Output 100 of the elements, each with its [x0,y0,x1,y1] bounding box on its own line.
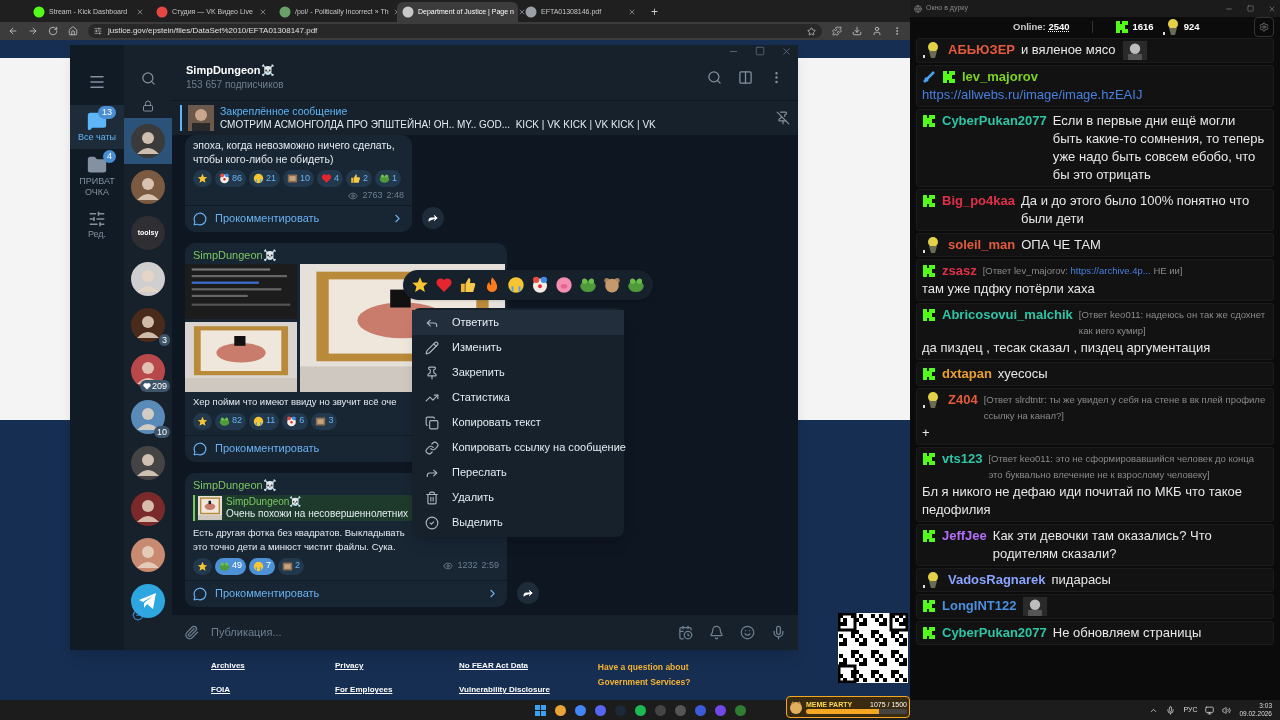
share-button[interactable] [517,581,539,604]
message-composer[interactable]: Публикация... [172,615,798,650]
archive-lock-icon[interactable] [142,100,154,112]
link[interactable]: https://archive.4p... [1070,265,1151,276]
post-text: чтобы кого-либо не обидеть) [193,152,334,166]
search-icon[interactable] [140,71,156,86]
menu-item[interactable]: Изменить [412,335,624,360]
menu-item[interactable]: Закрепить [412,360,624,385]
reaction-chip[interactable]: 6 [282,412,309,430]
windows-logo-icon[interactable] [535,704,546,716]
settings-button[interactable] [1254,17,1274,37]
monitor-icon[interactable] [1205,705,1215,715]
download-icon[interactable] [852,26,862,36]
footer-link[interactable]: For Employees [335,684,411,696]
chat-list-item[interactable]: 3 [124,302,172,348]
app-icon[interactable] [575,704,586,716]
reload-icon[interactable] [48,26,58,36]
link[interactable]: https://allwebs.ru/image/image.hzEAIJ [922,86,1268,104]
reaction-chip[interactable] [193,412,212,430]
reaction-chip[interactable]: 2 [278,557,305,575]
close-tab-icon[interactable] [259,8,267,16]
menu-item[interactable]: Копировать текст [412,410,624,435]
back-icon[interactable] [8,26,18,36]
close-icon[interactable] [1268,4,1276,13]
footer-link[interactable]: Privacy [335,660,411,672]
folder-tab[interactable]: 13 Все чаты [70,105,124,149]
app-icon[interactable] [635,704,646,716]
reaction-chip[interactable] [193,557,212,575]
app-icon[interactable] [735,704,746,716]
reaction-option[interactable] [459,276,477,294]
new-tab-button[interactable]: + [643,2,666,22]
message-text: Бл я никого не дефаю иди почитай по МКБ что такое педофилия [922,483,1243,519]
paperclip-icon[interactable] [184,625,199,640]
menu-item[interactable]: Выделить [412,510,624,535]
close-tab-icon[interactable] [518,8,526,16]
menu-item[interactable]: Статистика [412,385,624,410]
reaction-chip[interactable]: 4 [317,170,344,187]
speaker-icon[interactable] [1222,705,1232,715]
reaction-option[interactable] [627,276,645,294]
microphone-icon[interactable] [771,625,786,640]
footer-link[interactable]: Archives [211,660,287,672]
pinned-message-bar[interactable]: Закреплённое сообщение СМОТРИМ АСМОНГОЛДА ПРО ЭПШТЕЙНА! OH.. MY.. GOD... KICK | VK KICK | VK KICK | VK [172,100,798,135]
frog-face-icon [219,560,230,572]
folder-badge: 4 [103,150,116,163]
footer-link[interactable]: Vulnerability Disclosure [459,684,550,696]
side-panel-icon[interactable] [738,70,753,85]
app-icon[interactable] [555,704,566,716]
close-icon[interactable] [781,46,792,57]
reaction-chip[interactable]: 86 [215,170,246,187]
reaction-chip[interactable]: 1 [375,170,402,187]
reaction-chip[interactable]: 21 [249,170,281,187]
unpin-icon[interactable] [776,111,790,125]
clown-face-icon [219,173,230,184]
app-icon[interactable] [595,704,606,716]
comment-button[interactable]: Прокомментировать [185,204,412,232]
reaction-option[interactable] [507,276,525,294]
username: VadosRagnarek [948,571,1046,589]
trash-icon [425,490,439,505]
views-icon [443,561,454,571]
comment-icon [193,211,207,226]
message-text: пидарасы [1051,571,1111,589]
reaction-chip[interactable]: 2 [346,170,373,187]
comment-button[interactable]: Прокомментировать [185,579,507,607]
smile-icon[interactable] [740,625,755,640]
reaction-option[interactable] [603,276,621,294]
profile-icon[interactable] [872,26,882,36]
share-button[interactable] [422,206,444,229]
microphone-icon[interactable] [1166,705,1176,715]
folder-tab[interactable]: Ред. [70,204,124,246]
close-tab-icon[interactable] [136,8,144,16]
close-tab-icon[interactable] [628,8,636,16]
reaction-chip[interactable]: 10 [283,170,315,187]
reaction-option[interactable] [531,276,549,294]
chat-list-item[interactable]: 209 [124,348,172,394]
reaction-chip[interactable]: 3 [311,412,338,430]
folder-tab[interactable]: 4 ПРИВАТ ОЧКА [70,149,124,204]
reaction-chip[interactable]: 82 [215,412,246,430]
bell-icon[interactable] [709,625,724,640]
extensions-icon[interactable] [832,26,842,36]
menu-item[interactable]: Ответить [412,310,624,335]
reaction-chip[interactable]: 11 [249,412,280,430]
menu-item[interactable]: Переслать [412,460,624,485]
calendar-icon[interactable] [678,625,693,640]
chat-list-item[interactable] [124,118,172,164]
chat-list-item[interactable]: 10 [124,394,172,440]
folder-badge: 13 [98,106,116,119]
search-icon[interactable] [707,70,722,85]
reply-reference: [Ответ slrdtntr: ты же увидел у себя на стене в вк плей профиле ссылку на канал?] [983,393,1267,423]
footer-link[interactable]: No FEAR Act Data [459,660,550,672]
forward-icon[interactable] [28,26,38,36]
menu-item[interactable]: Удалить [412,485,624,510]
address-bar[interactable]: justice.gov/epstein/files/DataSet%2010/EFTA01308147.pdf [88,24,822,38]
reaction-option[interactable] [579,276,597,294]
reaction-option[interactable] [411,276,429,294]
reaction-option[interactable] [555,276,573,294]
message-input[interactable]: Публикация... [211,624,666,641]
reaction-chip[interactable] [193,170,212,187]
home-icon[interactable] [68,26,78,36]
menu-icon[interactable] [88,73,106,91]
footer-link[interactable]: FOIA [211,684,287,696]
